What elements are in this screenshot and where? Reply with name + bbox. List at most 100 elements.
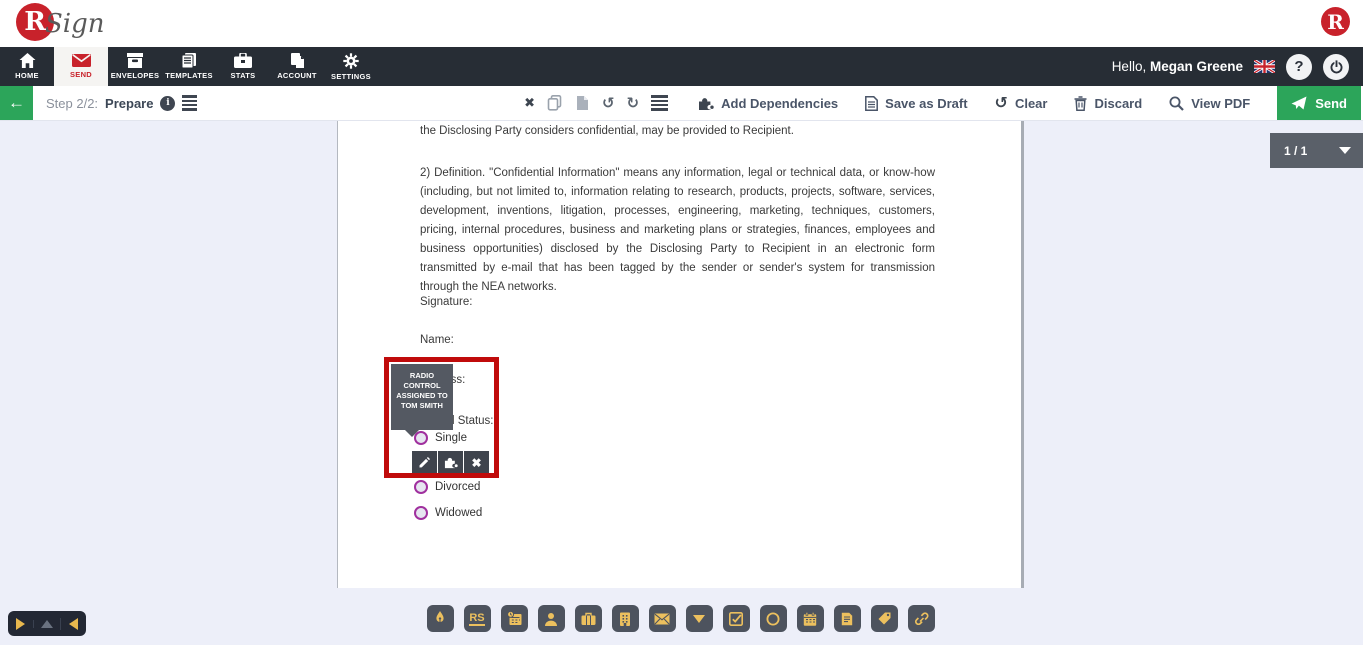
radio-option-divorced: Divorced [414, 480, 480, 494]
field-title-tile[interactable] [575, 605, 602, 632]
workspace: the Disclosing Party considers confident… [0, 121, 1363, 645]
nav-templates[interactable]: TEMPLATES [162, 47, 216, 86]
send-button[interactable]: Send [1277, 86, 1361, 120]
redo-icon[interactable]: ↻ [627, 96, 640, 111]
field-action-buttons: ✖ [412, 451, 489, 474]
hyperlink-icon [914, 612, 929, 625]
pencil-icon [418, 456, 431, 469]
checkbox-icon [729, 612, 743, 626]
arrow-up-icon [41, 620, 53, 628]
stats-briefcase-icon [234, 53, 252, 68]
arrow-left-icon [69, 618, 78, 630]
top-bar: R Sign R [0, 0, 1363, 47]
field-initials-tile[interactable]: RS [464, 605, 491, 632]
email-envelope-icon [654, 613, 670, 625]
dependency-puzzle-icon [444, 456, 458, 469]
dependency-puzzle-icon [698, 96, 714, 111]
remove-field-button[interactable]: ✖ [464, 451, 489, 474]
edit-field-button[interactable] [412, 451, 437, 474]
field-dependency-button[interactable] [438, 451, 463, 474]
rsign-logo[interactable]: R Sign [16, 3, 105, 41]
clear-button[interactable]: ↺ Clear [995, 86, 1048, 120]
rpost-corner-logo: R [1321, 7, 1350, 36]
language-flag-icon[interactable] [1254, 60, 1275, 73]
field-email-tile[interactable] [649, 605, 676, 632]
back-arrow-icon: ← [8, 93, 25, 113]
date-time-stamp-icon [507, 611, 522, 626]
account-pages-icon [289, 53, 305, 68]
person-icon [544, 612, 558, 626]
text-document-icon [841, 612, 853, 626]
scroll-up-button[interactable] [33, 620, 59, 628]
initials-rs-icon: RS [469, 612, 484, 626]
nav-settings[interactable]: SETTINGS [324, 47, 378, 86]
document-page[interactable]: the Disclosing Party considers confident… [337, 121, 1024, 588]
settings-gear-icon [343, 53, 359, 69]
add-dependencies-button[interactable]: Add Dependencies [698, 86, 838, 120]
info-icon[interactable]: i [160, 96, 175, 111]
rsign-logo-script: Sign [45, 9, 105, 39]
chevron-down-icon [1339, 147, 1351, 154]
briefcase-icon [581, 612, 596, 625]
send-envelope-icon [72, 54, 91, 67]
document-line: the Disclosing Party considers confident… [420, 122, 794, 141]
save-as-draft-button[interactable]: Save as Draft [865, 86, 967, 120]
field-hyperlink-tile[interactable] [908, 605, 935, 632]
user-greeting: Hello, Megan Greene [1112, 59, 1243, 74]
nav-home[interactable]: HOME [0, 47, 54, 86]
field-company-tile[interactable] [612, 605, 639, 632]
field-dropdown-tile[interactable] [686, 605, 713, 632]
delete-field-icon[interactable]: ✖ [524, 97, 535, 110]
field-date-time-tile[interactable] [501, 605, 528, 632]
back-button[interactable]: ← [0, 86, 33, 120]
radio-button[interactable] [414, 480, 428, 494]
magnifier-icon [1169, 96, 1184, 111]
prev-page-button[interactable] [60, 618, 86, 630]
logout-button[interactable] [1323, 54, 1349, 80]
nav-envelopes[interactable]: ENVELOPES [108, 47, 162, 86]
arrow-right-icon [16, 618, 25, 630]
field-label-tile[interactable] [871, 605, 898, 632]
help-button[interactable]: ? [1286, 54, 1312, 80]
step-indicator: Step 2/2: Prepare i [46, 86, 197, 120]
rsign-app: R Sign R HOME SEND ENVELOPES TEMPLATES S… [0, 0, 1363, 645]
field-checkbox-tile[interactable] [723, 605, 750, 632]
templates-docs-icon [181, 53, 197, 68]
signature-pen-icon [433, 611, 447, 626]
envelopes-box-icon [126, 53, 144, 68]
calendar-icon [803, 612, 817, 626]
nav-send[interactable]: SEND [54, 47, 108, 86]
user-name: Megan Greene [1150, 59, 1243, 74]
next-page-button[interactable] [8, 618, 33, 630]
copy-icon[interactable] [547, 95, 563, 111]
trash-icon [1074, 96, 1087, 111]
nav-account[interactable]: ACCOUNT [270, 47, 324, 86]
radio-button[interactable] [414, 506, 428, 520]
draft-document-icon [865, 96, 878, 111]
step-name: Prepare [105, 96, 153, 111]
page-number: 1 / 1 [1284, 144, 1307, 158]
field-signature-tile[interactable] [427, 605, 454, 632]
page-indicator[interactable]: 1 / 1 [1270, 133, 1363, 168]
home-icon [19, 53, 36, 68]
name-label: Name: [420, 331, 454, 350]
nav-user-area: Hello, Megan Greene ? [1112, 47, 1363, 86]
dropdown-icon [693, 615, 705, 623]
discard-button[interactable]: Discard [1074, 86, 1142, 120]
field-date-tile[interactable] [797, 605, 824, 632]
question-mark-icon: ? [1294, 58, 1303, 75]
field-radio-tile[interactable] [760, 605, 787, 632]
menu-icon[interactable] [651, 95, 668, 111]
field-name-tile[interactable] [538, 605, 565, 632]
undo-icon[interactable]: ↺ [602, 96, 615, 111]
main-navigation: HOME SEND ENVELOPES TEMPLATES STATS ACCO… [0, 47, 1363, 86]
paste-icon[interactable] [575, 95, 590, 111]
nav-stats[interactable]: STATS [216, 47, 270, 86]
radio-option-widowed: Widowed [414, 506, 482, 520]
view-pdf-button[interactable]: View PDF [1169, 86, 1250, 120]
field-list-icon[interactable] [182, 95, 197, 111]
document-pager [8, 611, 86, 636]
field-palette: RS [337, 605, 1024, 632]
field-text-tile[interactable] [834, 605, 861, 632]
power-icon [1329, 59, 1344, 74]
